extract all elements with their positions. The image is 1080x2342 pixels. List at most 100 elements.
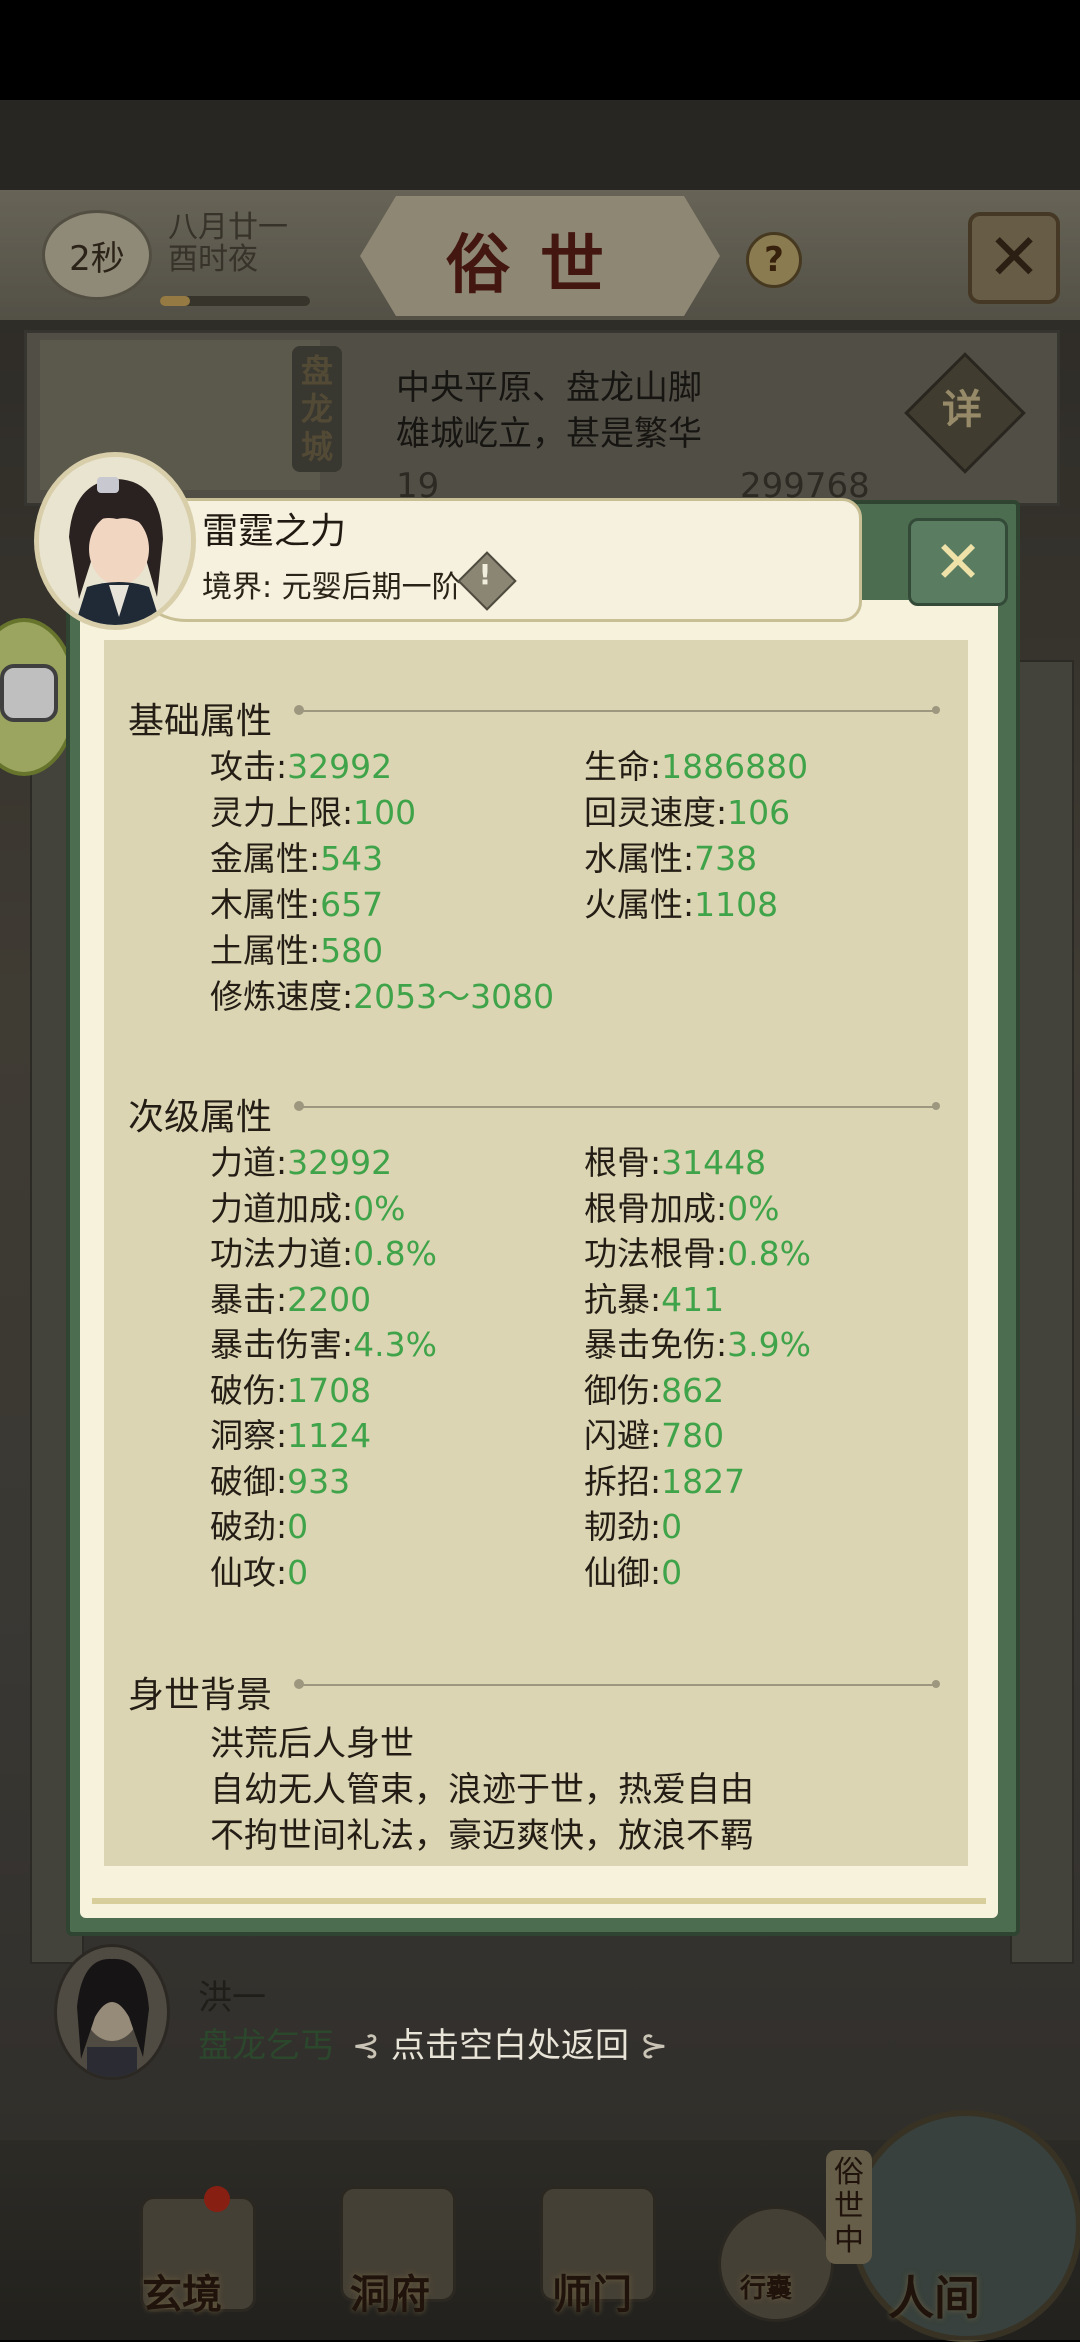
background-line: 自幼无人管束，浪迹于世，热爱自由 [210,1770,754,1810]
hint-swirl-right-icon: ⊱ [629,2026,669,2066]
stat-item: 仙攻:0 [210,1546,308,1594]
stat-label: 破伤: [210,1370,288,1410]
stat-item: 根骨加成:0% [584,1182,779,1230]
stat-label: 仙御: [584,1552,662,1592]
stat-label: 御伤: [584,1370,662,1410]
stat-label: 抗暴: [584,1279,662,1319]
stat-label: 力道加成: [210,1188,354,1228]
section-divider [294,705,940,715]
stat-value: 1124 [287,1416,372,1455]
stat-label: 功法力道: [210,1234,354,1273]
stat-label: 暴击伤害: [210,1325,354,1364]
stat-value: 2200 [287,1279,372,1319]
stat-label: 拆招: [584,1461,662,1501]
stat-label: 破御: [210,1461,288,1501]
stat-value: 106 [727,793,791,832]
stat-value: 0.8% [727,1234,811,1273]
stat-value: 0% [353,1188,406,1228]
stat-label: 根骨: [584,1143,662,1182]
modal-close-button[interactable]: ✕ [908,518,1008,606]
stat-item: 根骨:31448 [584,1136,766,1184]
secondary-attributes-title: 次级属性 [128,1097,273,1138]
stat-item: 功法力道:0.8% [210,1227,437,1275]
stat-value: 1108 [694,885,779,924]
stat-label: 灵力上限: [210,793,354,832]
stat-value: 780 [661,1416,725,1455]
stat-label: 暴击: [210,1279,288,1319]
stat-item: 火属性:1108 [584,878,778,926]
stat-value: 0 [287,1552,309,1592]
stat-value: 933 [287,1461,351,1501]
stat-item: 力道:32992 [210,1136,392,1184]
stat-item: 抗暴:411 [584,1273,724,1321]
stat-value: 0.8% [353,1234,437,1273]
stat-value: 543 [320,839,384,878]
stat-value: 1708 [287,1370,372,1410]
hint-swirl-left-icon: ⊰ [351,2026,391,2066]
stat-value: 580 [320,931,384,970]
stat-item: 木属性:657 [210,878,383,926]
stat-label: 破劲: [210,1507,288,1546]
stat-value: 738 [694,839,758,878]
stat-label: 洞察: [210,1416,288,1455]
stat-item: 洞察:1124 [210,1409,371,1457]
character-realm: 境界: 元婴后期一阶 [202,570,462,605]
stat-item: 闪避:780 [584,1409,724,1457]
stat-label: 水属性: [584,839,695,878]
tap-blank-to-return-hint: ⊰ 点击空白处返回 ⊱ [270,2018,750,2067]
stat-item: 破伤:1708 [210,1364,371,1412]
stat-item: 暴击:2200 [210,1273,371,1321]
stat-item: 拆招:1827 [584,1455,745,1503]
stat-label: 土属性: [210,931,321,970]
stat-item: 土属性:580 [210,924,383,972]
stat-item: 水属性:738 [584,832,757,880]
stat-value: 0 [661,1552,683,1592]
stat-value: 32992 [287,747,393,786]
stat-value: 3.9% [727,1325,811,1364]
stat-item: 暴击伤害:4.3% [210,1318,437,1366]
stat-value: 862 [661,1370,725,1410]
stat-item: 御伤:862 [584,1364,724,1412]
stat-item: 攻击:32992 [210,740,392,788]
stat-label: 修炼速度: [210,977,354,1016]
stat-value: 0 [661,1507,683,1546]
stat-item: 仙御:0 [584,1546,682,1594]
character-name: 雷霆之力 [202,511,347,552]
background-line: 洪荒后人身世 [210,1724,414,1764]
basic-attributes-title: 基础属性 [128,701,273,742]
stat-label: 火属性: [584,885,695,924]
section-divider [294,1679,940,1689]
stat-item: 力道加成:0% [210,1182,405,1230]
stat-value: 0 [287,1507,309,1546]
stat-item: 破劲:0 [210,1500,308,1548]
stat-item: 灵力上限:100 [210,786,416,834]
back-hint-text: 点击空白处返回 [391,2026,629,2066]
stat-item: 暴击免伤:3.9% [584,1318,811,1366]
background-line: 不拘世间礼法，豪迈爽快，放浪不羁 [210,1816,754,1856]
stat-item: 金属性:543 [210,832,383,880]
stat-label: 仙攻: [210,1552,288,1592]
stat-value: 0% [727,1188,780,1228]
stat-label: 木属性: [210,885,321,924]
stat-value: 4.3% [353,1325,437,1364]
stat-label: 功法根骨: [584,1234,728,1273]
character-portrait [34,452,196,630]
stat-label: 暴击免伤: [584,1325,728,1364]
stat-value: 31448 [661,1143,767,1182]
stat-label: 攻击: [210,747,288,786]
stat-value: 2053～3080 [353,977,555,1016]
stat-label: 闪避: [584,1416,662,1455]
section-divider [294,1101,940,1111]
stat-label: 回灵速度: [584,793,728,832]
modal-bottom-trim [92,1898,986,1904]
stat-label: 力道: [210,1143,288,1182]
stat-value: 1886880 [661,747,809,786]
stat-label: 生命: [584,747,662,786]
realm-info-icon-glyph[interactable]: ! [466,558,504,591]
stat-value: 32992 [287,1143,393,1182]
stat-label: 根骨加成: [584,1188,728,1228]
background-story-title: 身世背景 [128,1675,273,1716]
stat-value: 657 [320,885,384,924]
stat-value: 411 [661,1279,725,1319]
stat-value: 1827 [661,1461,746,1501]
